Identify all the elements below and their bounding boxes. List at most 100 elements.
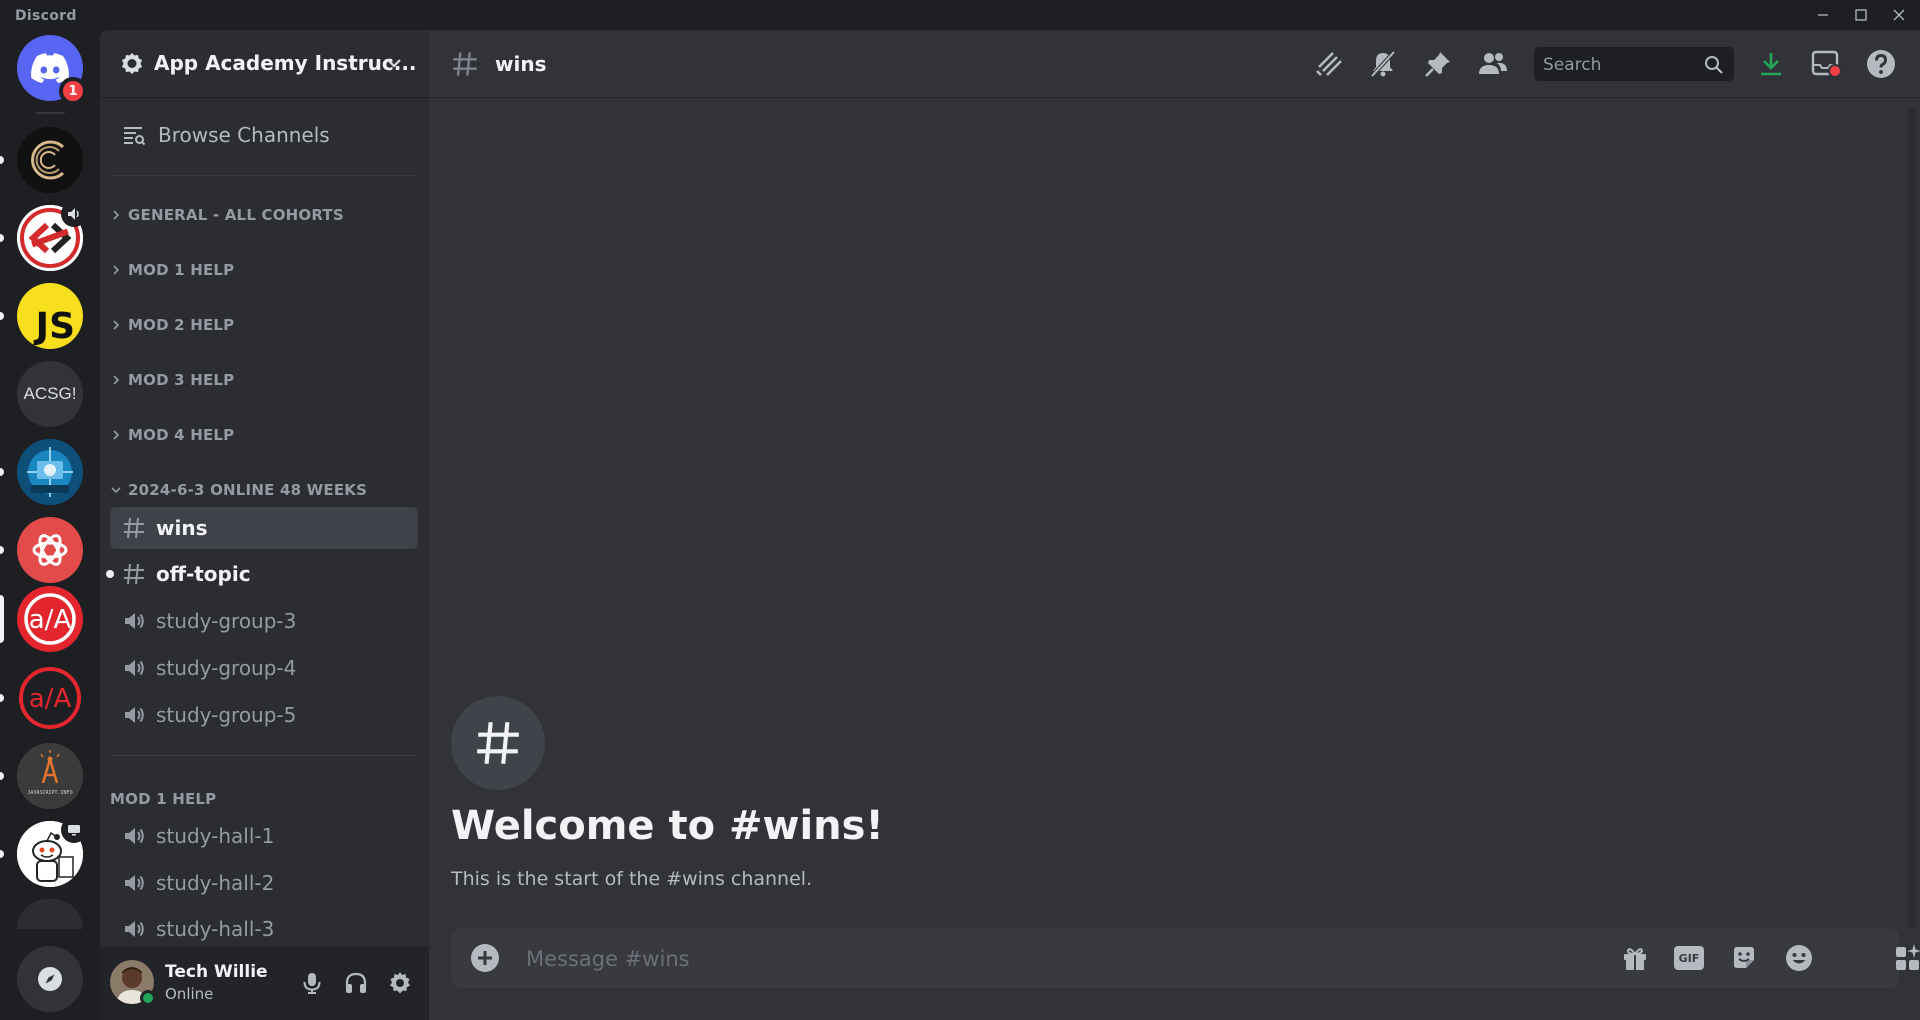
bell-muted-icon [1370,50,1396,78]
inbox-button[interactable] [1808,46,1844,82]
channel-study-hall-3[interactable]: study-hall-3 [110,908,418,950]
gift-button[interactable] [1617,940,1653,976]
category-mod-2-help[interactable]: MOD 2 HELP [110,313,410,337]
upload-button[interactable] [467,940,503,976]
explore-servers-button[interactable] [17,946,83,1012]
user-settings-button[interactable] [384,967,416,999]
member-list-button[interactable] [1475,46,1511,82]
javascript-info-label: JAVASCRIPT.INFO [27,790,73,796]
emoji-button[interactable] [1781,940,1817,976]
channel-off-topic[interactable]: off-topic [106,553,418,595]
category-label: MOD 3 HELP [128,371,235,389]
help-button[interactable] [1863,46,1899,82]
category-mod-4-help[interactable]: MOD 4 HELP [110,423,410,447]
notification-settings-button[interactable] [1365,46,1401,82]
browse-channels-button[interactable]: Browse Channels [110,114,418,156]
server-icon-tech[interactable] [17,439,83,505]
server-icon-openai[interactable] [17,517,83,583]
selected-server-pill [0,595,4,643]
sticker-button[interactable] [1726,940,1762,976]
channel-study-group-3[interactable]: study-group-3 [110,600,418,642]
user-status: Online [165,985,214,1003]
server-rail: 1 JS ACSG! a/A a/A JAVASCRIPT.INFO [0,30,100,1020]
app-title: Discord [15,8,77,24]
server-icon-app-academy[interactable]: a/A [17,586,83,652]
channel-study-hall-1[interactable]: study-hall-1 [110,815,418,857]
channel-study-group-4[interactable]: study-group-4 [110,647,418,689]
browse-channels-label: Browse Channels [158,123,330,147]
channel-label: wins [156,516,208,540]
browse-channels-icon [124,127,146,146]
maximize-button[interactable] [1844,0,1878,30]
stage-channel-icon [125,613,144,629]
channel-label: study-hall-3 [156,917,275,941]
stage-channel-icon [125,660,144,676]
server-icon-partial[interactable] [17,899,83,929]
channel-label: study-hall-2 [156,871,275,895]
close-icon [1893,9,1905,21]
stage-channel-icon [125,828,144,844]
category-2024-6-3-online[interactable]: 2024-6-3 ONLINE 48 WEEKS [110,478,410,502]
server-icon-javascript-info[interactable]: JAVASCRIPT.INFO [17,743,83,809]
category-general-all-cohorts[interactable]: GENERAL - ALL COHORTS [110,203,410,227]
sidebar-divider [110,755,418,756]
unread-pill [0,234,4,242]
speaker-indicator [61,201,87,227]
category-label: MOD 1 HELP [110,790,217,808]
server-icon-code[interactable] [17,201,87,271]
channel-label: off-topic [156,562,251,586]
unread-pill [0,546,4,554]
deafen-button[interactable] [340,967,372,999]
discord-logo-icon [31,53,69,83]
unread-pill [0,694,4,702]
unread-pill [0,772,4,780]
verified-gear-icon [120,52,144,76]
app-academy-outline-icon: a/A [19,667,81,729]
search-box[interactable]: Search [1534,47,1734,81]
category-label: GENERAL - ALL COHORTS [128,206,344,224]
minimize-icon [1818,14,1828,16]
server-icon-js[interactable]: JS [17,283,83,349]
help-icon [1867,50,1895,78]
welcome-subtitle: This is the start of the #wins channel. [451,868,813,890]
headphones-icon [345,972,367,993]
stage-channel-icon [125,875,144,891]
server-icon-acsg[interactable]: ACSG! [17,361,83,427]
stage-channel-icon [125,921,144,937]
apps-button[interactable] [1875,928,1920,988]
category-mod-1-help[interactable]: MOD 1 HELP [110,258,410,282]
rail-separator [35,112,65,114]
category-mod-1-help-2[interactable]: MOD 1 HELP [110,787,410,811]
category-mod-3-help[interactable]: MOD 3 HELP [110,368,410,392]
inbox-icon [1811,50,1842,78]
channel-label: study-group-5 [156,703,297,727]
online-status-indicator [140,990,156,1006]
guild-header[interactable]: App Academy Instruc... [100,30,429,98]
scrollbar[interactable] [1908,108,1916,928]
mute-microphone-button[interactable] [296,967,328,999]
channel-label: study-hall-1 [156,824,275,848]
server-icon-reddit[interactable] [17,817,87,887]
category-label: MOD 1 HELP [128,261,235,279]
server-icon-c[interactable] [17,127,83,193]
category-label: MOD 2 HELP [128,316,235,334]
chevron-right-icon [113,320,120,330]
pinned-messages-button[interactable] [1420,46,1456,82]
threads-button[interactable] [1310,46,1346,82]
minimize-button[interactable] [1806,0,1840,30]
download-apps-button[interactable] [1753,46,1789,82]
close-window-button[interactable] [1882,0,1916,30]
gift-icon [1624,948,1646,970]
svg-text:a/A: a/A [29,684,72,714]
text-channel-icon [124,563,144,585]
server-icon-app-academy-2[interactable]: a/A [17,665,83,731]
channel-study-group-5[interactable]: study-group-5 [110,694,418,736]
home-button[interactable]: 1 [17,35,87,105]
chevron-right-icon [113,375,120,385]
message-input[interactable] [526,947,1486,971]
channel-label: study-group-3 [156,609,297,633]
channel-study-hall-2[interactable]: study-hall-2 [110,862,418,904]
gif-button[interactable]: GIF [1671,940,1707,976]
channel-wins[interactable]: wins [110,507,418,549]
channel-label: study-group-4 [156,656,297,680]
